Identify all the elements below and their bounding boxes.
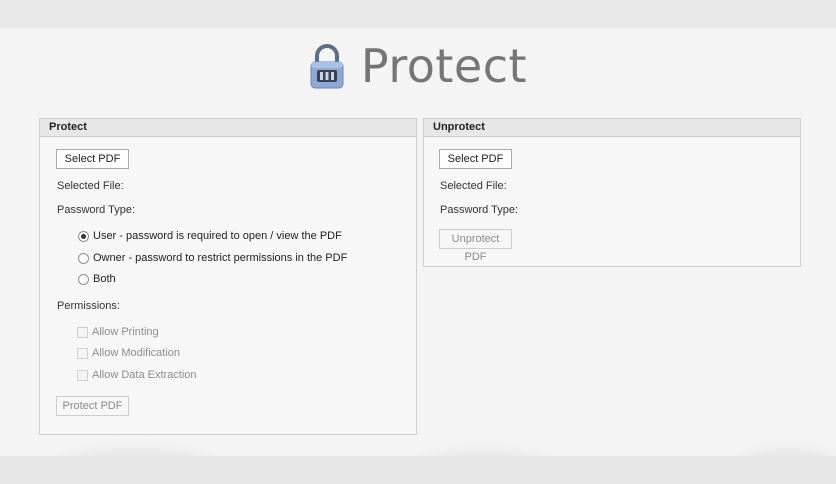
radio-user-password[interactable]: User - password is required to open / vi… [78,230,342,242]
radio-button[interactable] [78,230,89,242]
unprotect-select-pdf-button[interactable]: Select PDF [439,149,512,169]
top-background-strip [0,0,836,28]
checkbox[interactable] [77,369,88,381]
checkbox-label: Allow Data Extraction [92,369,197,381]
checkbox-allow-printing[interactable]: Allow Printing [77,326,159,338]
radio-button[interactable] [78,252,89,264]
radio-both-password[interactable]: Both [78,273,116,285]
checkbox-allow-modification[interactable]: Allow Modification [77,347,180,359]
unprotect-selected-file-label: Selected File: [440,180,507,192]
app-title: Protect [360,39,528,93]
checkbox[interactable] [77,326,88,338]
unprotect-pdf-button[interactable]: Unprotect PDF [439,229,512,263]
checkbox-label: Allow Modification [92,347,181,359]
permissions-label: Permissions: [57,300,120,312]
unprotect-password-type-label: Password Type: [440,204,519,216]
checkbox[interactable] [77,347,88,359]
radio-label: User - password is required to open / vi… [93,230,342,242]
unprotect-panel-header: Unprotect [424,119,800,137]
protect-selected-file-label: Selected File: [57,180,124,192]
radio-button[interactable] [78,273,89,285]
radio-label: Both [93,273,116,285]
checkbox-label: Allow Printing [92,326,159,338]
protect-panel-header: Protect [40,119,416,137]
protect-pdf-button[interactable]: Protect PDF [56,396,129,416]
padlock-icon [309,43,345,89]
checkbox-allow-data-extraction[interactable]: Allow Data Extraction [77,369,197,381]
protect-select-pdf-button[interactable]: Select PDF [56,149,129,169]
password-type-label: Password Type: [57,204,136,216]
app-header: Protect [0,38,836,94]
bottom-background-strip [0,456,836,484]
radio-label: Owner - password to restrict permissions… [93,252,348,264]
radio-owner-password[interactable]: Owner - password to restrict permissions… [78,252,347,264]
